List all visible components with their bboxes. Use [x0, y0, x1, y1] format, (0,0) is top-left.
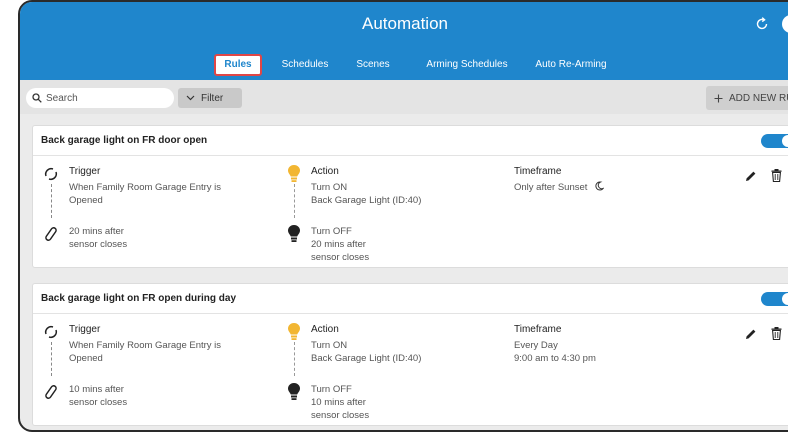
trigger-text-cont: Opened [69, 195, 103, 206]
trigger-text: When Family Room Garage Entry is [69, 182, 222, 193]
edit-pencil-icon[interactable] [745, 170, 757, 182]
action-label: Action [311, 166, 339, 177]
search-box[interactable] [26, 88, 174, 108]
trigger-icon [44, 167, 58, 181]
action-off-delay: 20 mins after [311, 239, 366, 250]
add-new-rule-label: ADD NEW RULE [729, 92, 788, 104]
tab-scenes[interactable]: Scenes [350, 54, 396, 76]
delete-trash-icon[interactable] [771, 169, 782, 182]
action-on-text: Turn ON [311, 182, 348, 193]
tab-rules[interactable]: Rules [214, 54, 262, 76]
trigger-connector [51, 342, 52, 376]
sensor-closed-icon [45, 227, 57, 241]
timeframe-value: Every Day [514, 340, 558, 351]
filter-label: Filter [201, 92, 224, 104]
action-connector [294, 184, 295, 218]
action-label: Action [311, 324, 339, 335]
delay-text: 20 mins after [69, 226, 124, 237]
action-connector [294, 342, 295, 376]
tab-schedules[interactable]: Schedules [274, 54, 336, 76]
tab-arming-schedules[interactable]: Arming Schedules [418, 54, 516, 76]
action-off-delay-cont: sensor closes [311, 410, 370, 421]
tab-bar: Rules Schedules Scenes Arming Schedules … [20, 54, 788, 76]
action-device-text: Back Garage Light (ID:40) [311, 195, 422, 206]
chevron-down-icon [186, 95, 195, 101]
light-bulb-off-icon [288, 225, 300, 242]
timeframe-value: Only after Sunset [514, 182, 588, 193]
app-title: Automation [362, 14, 448, 33]
add-new-rule-button[interactable]: ADD NEW RULE [706, 86, 788, 110]
trigger-text-cont: Opened [69, 353, 103, 364]
delay-text-cont: sensor closes [69, 239, 128, 250]
delete-trash-icon[interactable] [771, 327, 782, 340]
trigger-label: Trigger [69, 166, 101, 177]
timeframe-label: Timeframe [514, 324, 562, 335]
rule-card: Back garage light on FR door open Trigge… [32, 125, 788, 268]
action-off-text: Turn OFF [311, 384, 352, 395]
trigger-text: When Family Room Garage Entry is [69, 340, 222, 351]
search-input[interactable] [46, 92, 166, 104]
tab-auto-re-arming[interactable]: Auto Re-Arming [530, 54, 612, 76]
timeframe-hours: 9:00 am to 4:30 pm [514, 353, 596, 364]
light-bulb-on-icon [288, 323, 300, 340]
light-bulb-off-icon [288, 383, 300, 400]
search-icon [32, 93, 42, 103]
app-header: Automation Rules Schedules Scenes Arming… [20, 2, 788, 80]
rule-enabled-toggle[interactable] [761, 134, 788, 148]
app-window: Automation Rules Schedules Scenes Arming… [18, 0, 788, 432]
rule-card-body: Trigger When Family Room Garage Entry is… [33, 314, 788, 424]
light-bulb-on-icon [288, 165, 300, 182]
rule-card-header: Back garage light on FR open during day [33, 284, 788, 314]
sensor-closed-icon [45, 385, 57, 399]
moon-icon [595, 181, 605, 191]
trigger-icon [44, 325, 58, 339]
timeframe-label: Timeframe [514, 166, 562, 177]
action-off-delay-cont: sensor closes [311, 252, 370, 263]
delay-text-cont: sensor closes [69, 397, 128, 408]
rule-card-body: Trigger When Family Room Garage Entry is… [33, 156, 788, 266]
toolbar: Filter ADD NEW RULE [20, 80, 788, 114]
refresh-icon[interactable] [754, 16, 770, 32]
trigger-label: Trigger [69, 324, 101, 335]
timeframe-text: Only after Sunset [514, 181, 605, 194]
trigger-connector [51, 184, 52, 218]
action-device-text: Back Garage Light (ID:40) [311, 353, 422, 364]
filter-button[interactable]: Filter [178, 88, 242, 108]
rule-title: Back garage light on FR door open [41, 135, 208, 146]
edit-pencil-icon[interactable] [745, 328, 757, 340]
action-on-text: Turn ON [311, 340, 348, 351]
action-off-text: Turn OFF [311, 226, 352, 237]
action-off-delay: 10 mins after [311, 397, 366, 408]
plus-icon [714, 94, 723, 102]
rule-title: Back garage light on FR open during day [41, 293, 237, 304]
delay-text: 10 mins after [69, 384, 124, 395]
rule-card-header: Back garage light on FR door open [33, 126, 788, 156]
rule-card: Back garage light on FR open during day … [32, 283, 788, 426]
rule-enabled-toggle[interactable] [761, 292, 788, 306]
